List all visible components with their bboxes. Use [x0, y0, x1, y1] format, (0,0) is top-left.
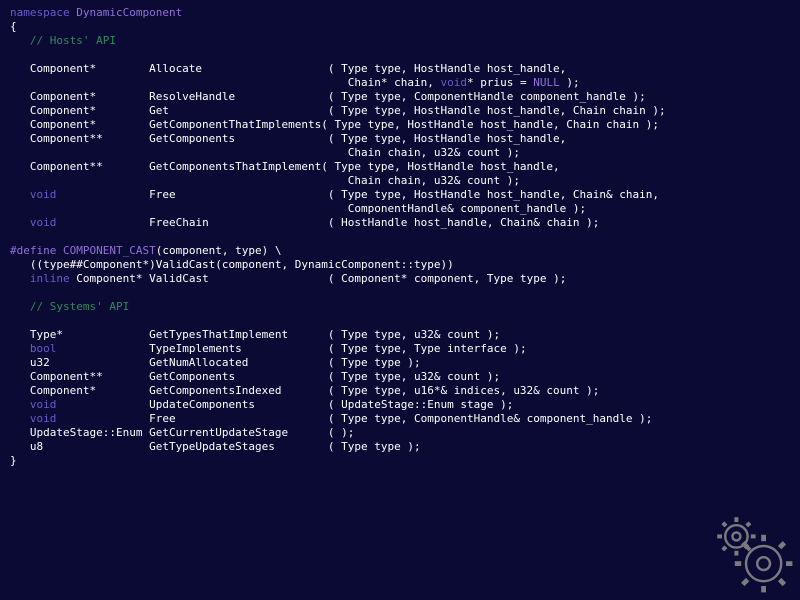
gear-icon — [714, 514, 794, 594]
line-typeimplements: TypeImplements ( Type type, Type interfa… — [56, 342, 526, 355]
define-params: (component, type) \ — [156, 244, 282, 257]
line-getcomponents-2: Chain chain, u32& count ); — [10, 146, 520, 159]
null-literal: NULL — [533, 76, 560, 89]
kw-bool: bool — [30, 342, 57, 355]
define-kw: #define — [10, 244, 56, 257]
define-body: ((type##Component*)ValidCast(component, … — [10, 258, 454, 271]
line-resolvehandle: Component* ResolveHandle ( Type type, Co… — [10, 90, 646, 103]
comment-hosts: // Hosts' API — [30, 34, 116, 47]
line-allocate-2a: Chain* chain, — [10, 76, 440, 89]
line-getnumallocated: u32 GetNumAllocated ( Type type ); — [10, 356, 421, 369]
kw-void: void — [440, 76, 467, 89]
line-updatecomponents: UpdateComponents ( UpdateStage::Enum sta… — [56, 398, 513, 411]
line-validcast: Component* ValidCast ( Component* compon… — [70, 272, 567, 285]
pad — [10, 216, 30, 229]
line-getcomponentthatimplements: Component* GetComponentThatImplements( T… — [10, 118, 659, 131]
code-block: namespace DynamicComponent { // Hosts' A… — [10, 6, 790, 468]
pad — [10, 188, 30, 201]
brace-open: { — [10, 20, 17, 33]
line-gettypeupdatestages: u8 GetTypeUpdateStages ( Type type ); — [10, 440, 421, 453]
kw-void: void — [30, 216, 57, 229]
line-getcomponents-sys: Component** GetComponents ( Type type, u… — [10, 370, 500, 383]
line-allocate-2c: ); — [560, 76, 580, 89]
define-name: COMPONENT_CAST — [63, 244, 156, 257]
line-freechain: FreeChain ( HostHandle host_handle, Chai… — [56, 216, 599, 229]
line-getcomponents-1: Component** GetComponents ( Type type, H… — [10, 132, 566, 145]
kw-void: void — [30, 412, 57, 425]
kw-void: void — [30, 188, 57, 201]
comment-systems: // Systems' API — [30, 300, 129, 313]
pad — [10, 272, 30, 285]
line-free-2: ComponentHandle& component_handle ); — [10, 202, 586, 215]
line-gettypesthatimplement: Type* GetTypesThatImplement ( Type type,… — [10, 328, 500, 341]
line-getcurrentupdatestage: UpdateStage::Enum GetCurrentUpdateStage … — [10, 426, 354, 439]
line-allocate-1: Component* Allocate ( Type type, HostHan… — [10, 62, 566, 75]
line-getcomponentsindexed: Component* GetComponentsIndexed ( Type t… — [10, 384, 599, 397]
pad — [10, 342, 30, 355]
pad — [10, 398, 30, 411]
kw-inline: inline — [30, 272, 70, 285]
ns-name: DynamicComponent — [76, 6, 182, 19]
line-free-1: Free ( Type type, HostHandle host_handle… — [56, 188, 659, 201]
kw-namespace: namespace — [10, 6, 70, 19]
pad — [10, 412, 30, 425]
kw-void: void — [30, 398, 57, 411]
line-free-sys: Free ( Type type, ComponentHandle& compo… — [56, 412, 652, 425]
line-allocate-2b: * prius = — [467, 76, 533, 89]
line-getcomponentsthatimplement-2: Chain chain, u32& count ); — [10, 174, 520, 187]
line-get: Component* Get ( Type type, HostHandle h… — [10, 104, 666, 117]
brace-close: } — [10, 454, 17, 467]
line-getcomponentsthatimplement-1: Component** GetComponentsThatImplement( … — [10, 160, 560, 173]
